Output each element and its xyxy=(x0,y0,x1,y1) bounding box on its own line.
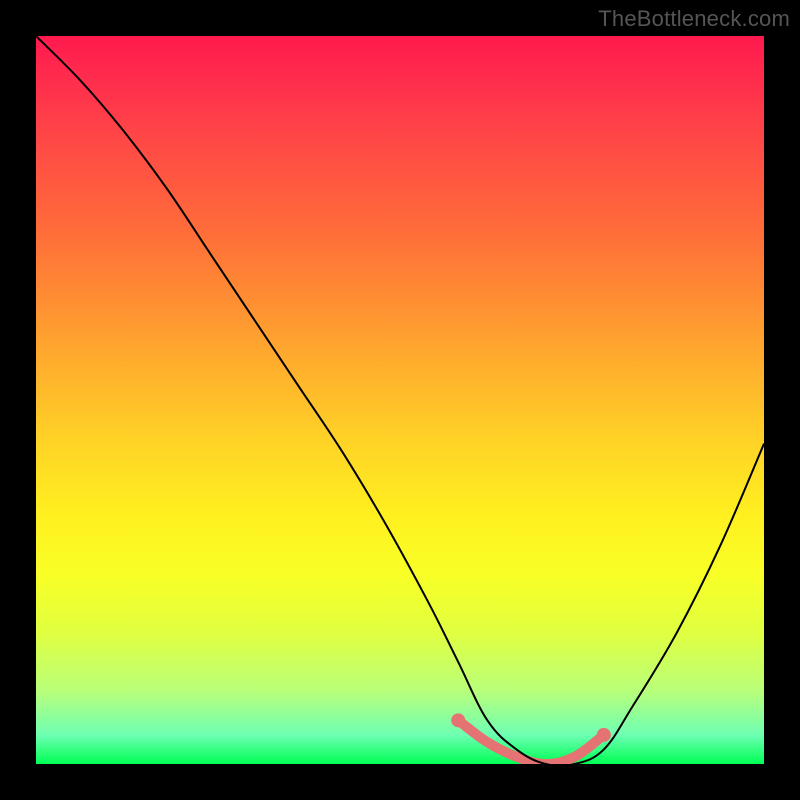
highlight-end-dot-right xyxy=(597,728,611,742)
curve-svg xyxy=(36,36,764,764)
optimal-range-highlight xyxy=(458,720,604,764)
bottleneck-curve xyxy=(36,36,764,764)
chart-canvas: TheBottleneck.com xyxy=(0,0,800,800)
highlight-end-dot-left xyxy=(451,713,465,727)
plot-area xyxy=(36,36,764,764)
watermark-label: TheBottleneck.com xyxy=(598,6,790,32)
